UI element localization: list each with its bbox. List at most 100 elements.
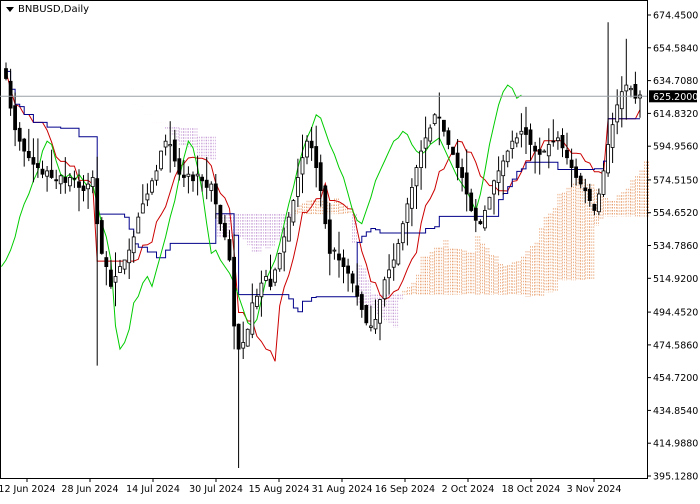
y-tick-label: 534.7860 [653, 241, 698, 252]
candle-body [227, 239, 232, 261]
candle-body [127, 249, 132, 264]
candle-body [49, 169, 54, 178]
x-tick-label: 16 Sep 2024 [375, 484, 435, 495]
candle-body [332, 249, 337, 252]
candle-body [601, 170, 606, 195]
candle-body [478, 221, 483, 225]
candle-body [578, 175, 583, 185]
candle-body [400, 223, 405, 244]
candle-body [81, 185, 86, 191]
chart: 674.4500 654.5840 634.7080 614.8320 594.9560… [0, 0, 700, 500]
candle-body [309, 140, 314, 149]
x-tick-label: 30 Jul 2024 [189, 484, 243, 495]
x-tick-label: 18 Oct 2024 [502, 484, 561, 495]
candle-body [405, 203, 410, 223]
candle-body [327, 219, 332, 254]
candle-body [36, 163, 40, 168]
candle-body [487, 196, 492, 210]
current-price-label: 625.2000 [653, 92, 698, 103]
candle-body [592, 203, 597, 211]
candle-body [232, 256, 237, 327]
candle-body [314, 146, 319, 169]
y-tick-label: 614.8320 [653, 109, 698, 120]
candle-body [140, 203, 145, 214]
candle-body [264, 276, 268, 281]
candle-body [95, 178, 100, 225]
candle-body [68, 177, 72, 187]
candle-body [583, 187, 588, 192]
candle-body [159, 150, 164, 170]
candle-body [350, 273, 355, 284]
candle-body [177, 158, 182, 175]
candle-body [268, 278, 273, 287]
y-tick-label: 514.9200 [653, 274, 698, 285]
candle-body [501, 160, 506, 177]
candle-body [560, 134, 565, 149]
candle-body [464, 172, 469, 195]
candle-body [26, 150, 31, 159]
y-tick-label: 414.9880 [653, 439, 698, 450]
y-tick-label: 674.4500 [653, 11, 698, 22]
candle-body [492, 180, 496, 195]
candle-body [250, 302, 255, 335]
candle-body [282, 236, 287, 253]
candle-body [286, 216, 291, 242]
candle-body [241, 342, 246, 349]
candle-body [22, 138, 27, 152]
candle-body [396, 243, 401, 265]
candle-body [414, 167, 419, 187]
candle-body [54, 179, 59, 182]
candle-body [63, 176, 68, 183]
y-tick-label: 454.7200 [653, 373, 698, 384]
candle-body [565, 149, 569, 159]
candle-body [17, 127, 22, 142]
candle-body [610, 124, 615, 148]
candle-body [510, 140, 515, 149]
candle-body [163, 140, 168, 148]
candle-body [391, 259, 396, 268]
candle-body [606, 144, 610, 174]
x-axis: 12 Jun 2024 28 Jun 2024 14 Jul 2024 30 Jul … [0, 478, 621, 495]
candle-body [13, 105, 18, 131]
y-tick-label: 634.7080 [653, 76, 698, 87]
dropdown-triangle-icon [6, 6, 14, 12]
candle-body [86, 183, 90, 190]
candle-body [428, 127, 433, 142]
candle-body [569, 159, 574, 169]
candle-body [574, 166, 578, 178]
candle-body [505, 150, 510, 163]
candle-body [323, 185, 328, 225]
y-axis: 674.4500 654.5840 634.7080 614.8320 594.9560… [647, 11, 698, 483]
candle-body [218, 204, 223, 225]
candle-body [150, 180, 154, 193]
candle-body [90, 177, 95, 188]
candle-body [222, 222, 227, 238]
x-tick-label: 12 Jun 2024 [0, 484, 56, 495]
candle-body [337, 253, 341, 261]
candle-body [446, 130, 451, 145]
chart-canvas: 674.4500 654.5840 634.7080 614.8320 594.9560… [0, 0, 698, 495]
y-tick-label: 434.8540 [653, 406, 698, 417]
candle-body [619, 91, 624, 110]
x-tick-label: 15 Aug 2024 [249, 484, 310, 495]
candle-body [409, 186, 414, 209]
candle-body [524, 127, 528, 135]
candle-body [109, 269, 113, 287]
candle-body [341, 257, 346, 267]
candle-body [186, 173, 191, 177]
candle-body [355, 285, 360, 297]
candle-body [537, 149, 542, 155]
candle-body [437, 116, 442, 119]
candle-body [359, 294, 364, 310]
chart-title-text: BNBUSD,Daily [18, 4, 90, 15]
y-tick-label: 574.5150 [653, 175, 698, 186]
candle-body [118, 266, 122, 273]
candle-body [364, 304, 369, 324]
candle-body [145, 193, 150, 201]
candle-body [455, 152, 460, 169]
candle-body [77, 181, 81, 188]
candle-body [45, 170, 49, 177]
candle-body [514, 137, 519, 144]
candle-body [40, 168, 45, 175]
candle-body [136, 216, 141, 234]
